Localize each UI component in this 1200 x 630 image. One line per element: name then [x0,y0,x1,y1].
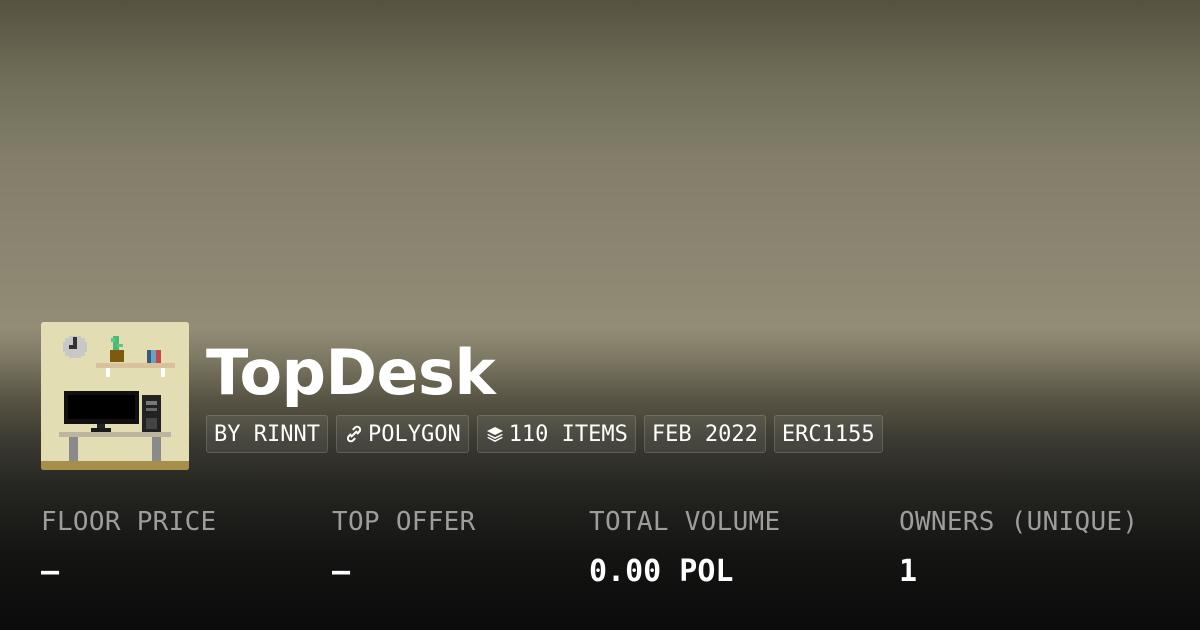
standard-chip[interactable]: ERC1155 [773,415,883,453]
items-chip[interactable]: 110 ITEMS [476,415,636,453]
chain-link-icon [346,425,362,443]
collection-chips: BY RINNT POLYGON 110 ITEMS FEB 2022 ERC1… [206,415,883,453]
date-chip-label: FEB 2022 [651,421,758,447]
layers-icon [486,427,503,442]
floor-price-value: — [41,554,60,589]
date-chip[interactable]: FEB 2022 [643,415,766,453]
owners-label: OWNERS (UNIQUE) [899,507,1139,537]
pixel-desk-computer-avatar [41,322,189,470]
stat-floor-price: FLOOR PRICE — [41,504,217,590]
top-offer-value: — [332,554,351,589]
items-chip-label: 110 ITEMS [508,421,628,447]
creator-chip[interactable]: BY RINNT [206,415,328,453]
chain-chip-label: POLYGON [367,421,461,447]
total-volume-value: 0.00 POL [589,554,734,589]
collection-avatar [41,322,189,470]
chain-chip[interactable]: POLYGON [335,415,469,453]
collection-title: TopDesk [206,336,496,409]
total-volume-label: TOTAL VOLUME [589,507,781,537]
creator-chip-label: BY RINNT [214,421,320,447]
stat-total-volume: TOTAL VOLUME 0.00 POL [589,504,780,590]
standard-chip-label: ERC1155 [781,421,875,447]
stat-owners: OWNERS (UNIQUE) 1 [899,504,1138,590]
owners-value: 1 [899,554,918,589]
top-offer-label: TOP OFFER [332,507,476,537]
floor-price-label: FLOOR PRICE [41,507,217,537]
stat-top-offer: TOP OFFER — [332,504,476,590]
